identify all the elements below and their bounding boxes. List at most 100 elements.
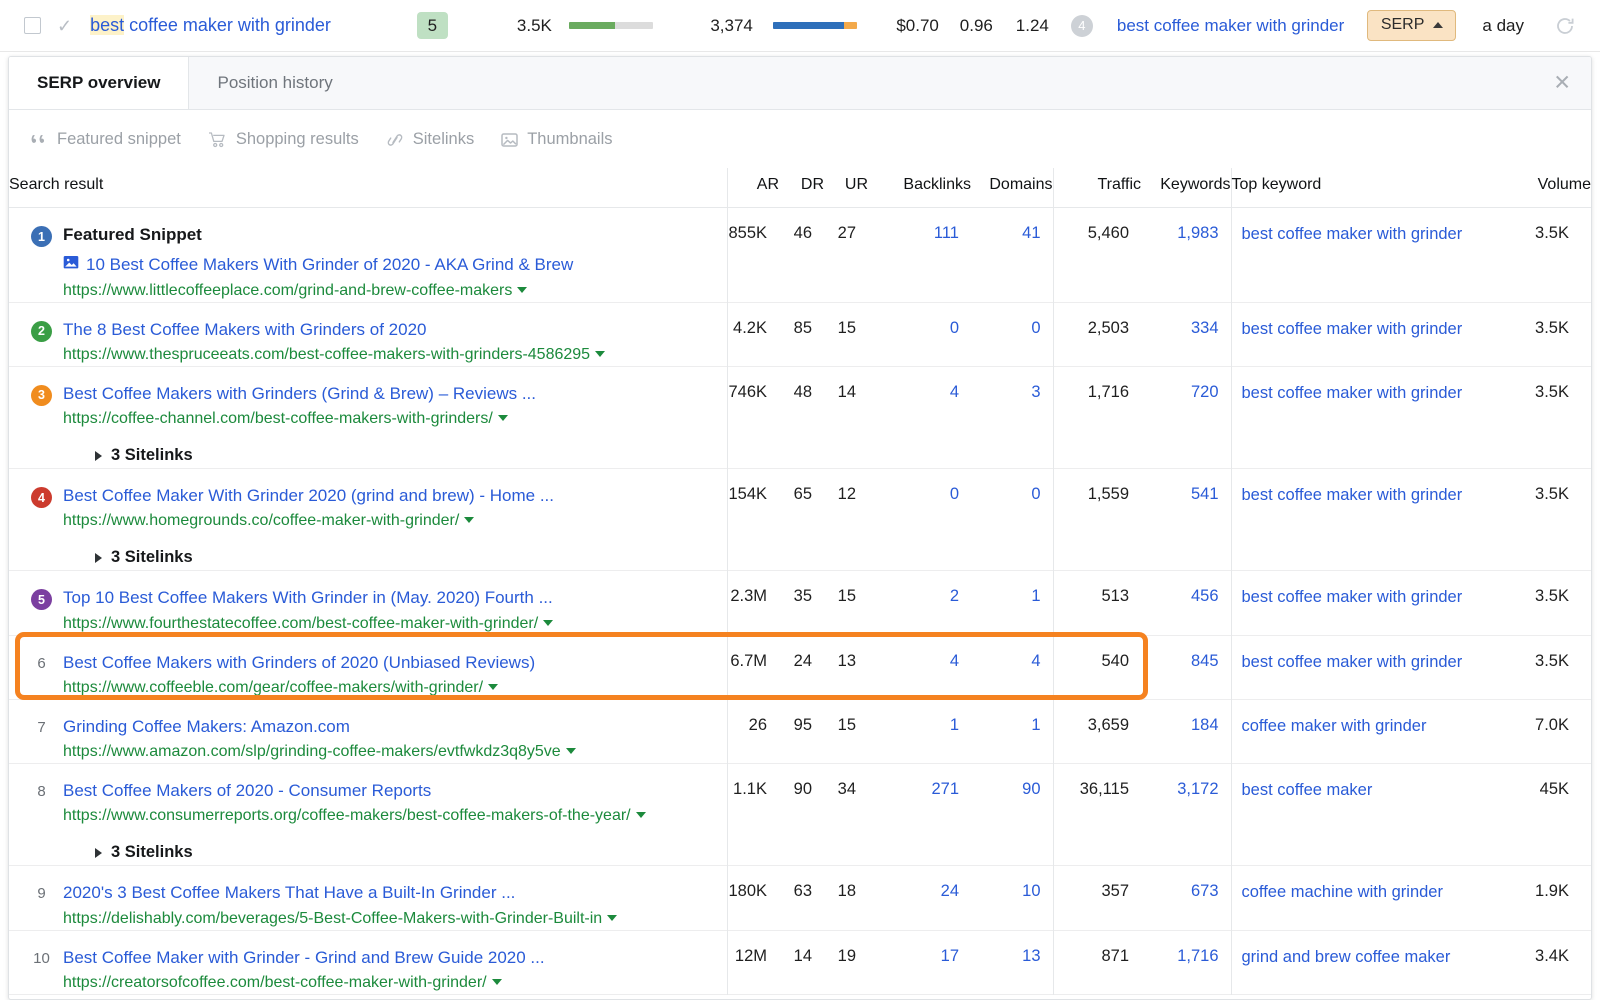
table-row[interactable]: 3 Best Coffee Makers with Grinders (Grind… [9,366,1591,468]
top-keyword-value[interactable]: best coffee maker with grinder [1231,366,1491,468]
sitelinks-toggle[interactable]: 3 Sitelinks [95,843,715,862]
result-title[interactable]: Best Coffee Makers of 2020 - Consumer Re… [63,780,715,801]
table-row[interactable]: 7Grinding Coffee Makers: Amazon.comhttps… [9,699,1591,763]
chevron-down-icon[interactable] [607,915,617,921]
keywords-value[interactable]: 3,172 [1141,764,1231,866]
tab-serp-overview[interactable]: SERP overview [9,57,189,109]
feature-featured-snippet[interactable]: Featured snippet [31,130,181,149]
chevron-down-icon[interactable] [464,517,474,523]
top-keyword-value[interactable]: best coffee maker with grinder [1231,469,1491,571]
domains-value[interactable]: 0 [971,469,1053,571]
result-url[interactable]: https://coffee-channel.com/best-coffee-m… [63,409,715,429]
result-url[interactable]: https://www.consumerreports.org/coffee-m… [63,806,715,826]
result-title[interactable]: Top 10 Best Coffee Makers With Grinder i… [63,587,715,608]
backlinks-value[interactable]: 4 [868,366,971,468]
chevron-down-icon[interactable] [636,812,646,818]
backlinks-value[interactable]: 0 [868,469,971,571]
close-icon[interactable]: ✕ [1553,73,1571,94]
col-backlinks[interactable]: Backlinks [868,168,971,208]
result-url[interactable]: https://www.littlecoffeeplace.com/grind-… [63,281,715,301]
result-title[interactable]: Best Coffee Makers with Grinders of 2020… [63,652,715,673]
result-url[interactable]: https://www.coffeeble.com/gear/coffee-ma… [63,678,715,698]
top-keyword-value[interactable]: coffee maker with grinder [1231,699,1491,763]
col-search-result[interactable]: Search result [9,168,727,208]
table-row[interactable]: 2The 8 Best Coffee Makers with Grinders … [9,302,1591,366]
table-row[interactable]: 1Featured Snippet10 Best Coffee Makers W… [9,208,1591,303]
backlinks-value[interactable]: 17 [868,930,971,994]
top-keyword-value[interactable]: best coffee maker [1231,764,1491,866]
table-row[interactable]: 6Best Coffee Makers with Grinders of 202… [9,635,1591,699]
domains-value[interactable]: 10 [971,866,1053,930]
domains-value[interactable]: 41 [971,208,1053,303]
top-keyword-value[interactable]: best coffee maker with grinder [1231,571,1491,635]
result-title[interactable]: The 8 Best Coffee Makers with Grinders o… [63,319,715,340]
keywords-value[interactable]: 456 [1141,571,1231,635]
result-url[interactable]: https://www.thespruceeats.com/best-coffe… [63,345,715,365]
keywords-value[interactable]: 184 [1141,699,1231,763]
top-keyword-value[interactable]: best coffee maker with grinder [1231,635,1491,699]
backlinks-value[interactable]: 271 [868,764,971,866]
tab-position-history[interactable]: Position history [189,57,360,109]
table-row[interactable]: 4Best Coffee Maker With Grinder 2020 (gr… [9,469,1591,571]
feature-shopping-results[interactable]: Shopping results [208,130,359,149]
parent-topic-link[interactable]: best coffee maker with grinder [1117,16,1344,36]
backlinks-value[interactable]: 111 [868,208,971,303]
chevron-down-icon[interactable] [488,684,498,690]
top-keyword-value[interactable]: coffee machine with grinder [1231,866,1491,930]
top-keyword-value[interactable]: best coffee maker with grinder [1231,302,1491,366]
col-keywords[interactable]: Keywords [1141,168,1231,208]
keywords-value[interactable]: 541 [1141,469,1231,571]
domains-value[interactable]: 1 [971,571,1053,635]
table-row[interactable]: 10Best Coffee Maker with Grinder - Grind… [9,930,1591,994]
result-title[interactable]: 2020's 3 Best Coffee Makers That Have a … [63,882,715,903]
chevron-down-icon[interactable] [566,748,576,754]
col-ur[interactable]: UR [824,168,868,208]
chevron-down-icon[interactable] [517,287,527,293]
result-url[interactable]: https://www.amazon.com/slp/grinding-coff… [63,742,715,762]
result-url[interactable]: https://creatorsofcoffee.com/best-coffee… [63,973,715,993]
sitelinks-toggle[interactable]: 3 Sitelinks [95,446,715,465]
keyword-label[interactable]: best coffee maker with grinder [90,15,331,36]
result-title[interactable]: Best Coffee Makers with Grinders (Grind … [63,383,715,404]
keywords-value[interactable]: 845 [1141,635,1231,699]
domains-value[interactable]: 4 [971,635,1053,699]
backlinks-value[interactable]: 1 [868,699,971,763]
sitelinks-toggle[interactable]: 3 Sitelinks [95,548,715,567]
keywords-value[interactable]: 720 [1141,366,1231,468]
domains-value[interactable]: 0 [971,302,1053,366]
col-ar[interactable]: AR [727,168,779,208]
col-dr[interactable]: DR [779,168,824,208]
table-row[interactable]: 92020's 3 Best Coffee Makers That Have a… [9,866,1591,930]
result-title[interactable]: 10 Best Coffee Makers With Grinder of 20… [63,254,715,275]
backlinks-value[interactable]: 0 [868,302,971,366]
keywords-value[interactable]: 673 [1141,866,1231,930]
domains-value[interactable]: 13 [971,930,1053,994]
backlinks-value[interactable]: 24 [868,866,971,930]
chevron-down-icon[interactable] [595,351,605,357]
table-row[interactable]: 8Best Coffee Makers of 2020 - Consumer R… [9,764,1591,866]
row-checkbox[interactable] [24,17,41,34]
col-top-keyword[interactable]: Top keyword [1231,168,1491,208]
feature-sitelinks[interactable]: Sitelinks [386,130,474,149]
col-traffic[interactable]: Traffic [1053,168,1141,208]
top-keyword-value[interactable]: grind and brew coffee maker [1231,930,1491,994]
refresh-icon[interactable] [1554,15,1576,37]
table-row[interactable]: 5Top 10 Best Coffee Makers With Grinder … [9,571,1591,635]
keywords-value[interactable]: 1,983 [1141,208,1231,303]
check-icon[interactable]: ✓ [57,17,72,35]
domains-value[interactable]: 3 [971,366,1053,468]
result-url[interactable]: https://www.homegrounds.co/coffee-maker-… [63,511,715,531]
chevron-down-icon[interactable] [492,979,502,985]
keywords-value[interactable]: 334 [1141,302,1231,366]
col-domains[interactable]: Domains [971,168,1053,208]
domains-value[interactable]: 90 [971,764,1053,866]
result-title[interactable]: Grinding Coffee Makers: Amazon.com [63,716,715,737]
result-url[interactable]: https://delishably.com/beverages/5-Best-… [63,909,715,929]
keywords-value[interactable]: 1,716 [1141,930,1231,994]
domains-value[interactable]: 1 [971,699,1053,763]
result-title[interactable]: Best Coffee Maker with Grinder - Grind a… [63,947,715,968]
chevron-down-icon[interactable] [498,415,508,421]
result-title[interactable]: Best Coffee Maker With Grinder 2020 (gri… [63,485,715,506]
result-url[interactable]: https://www.fourthestatecoffee.com/best-… [63,614,715,634]
serp-toggle-button[interactable]: SERP [1367,10,1457,41]
